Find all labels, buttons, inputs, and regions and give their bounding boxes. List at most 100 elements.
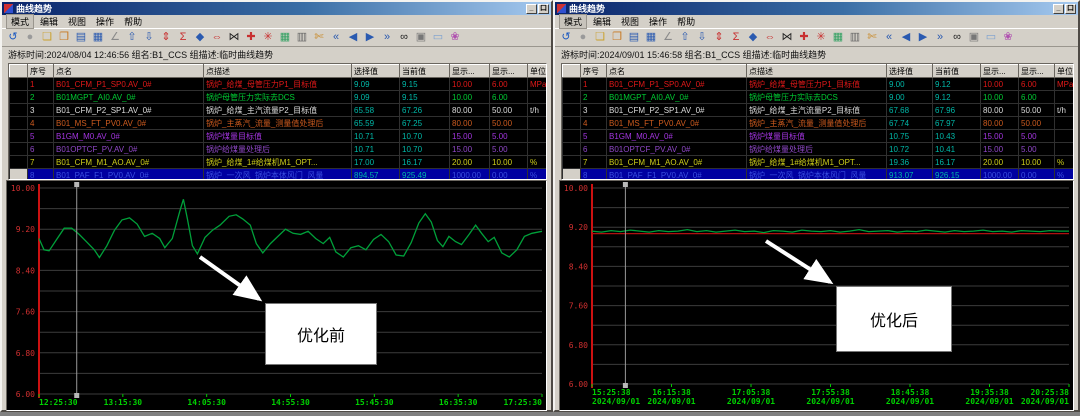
time-cursor[interactable] <box>74 182 79 398</box>
table-row[interactable]: 7B01_CFM_M1_AO.AV_0#锅炉_给煤_1#给煤机M1_OPT...… <box>563 156 1075 169</box>
sigma-icon[interactable]: Σ <box>729 30 743 45</box>
plus-icon[interactable]: ✚ <box>244 30 258 45</box>
selected-value: 10.71 <box>352 130 400 143</box>
save-icon[interactable]: ▤ <box>74 30 88 45</box>
binoculars-icon[interactable]: ∞ <box>950 30 964 45</box>
column-header: 点名 <box>54 65 204 78</box>
menu-mode[interactable]: 模式 <box>559 14 587 29</box>
record-icon[interactable]: ● <box>23 30 37 45</box>
table-row[interactable]: 6B01OPTCF_PV.AV_0#锅炉给煤量处理后10.7110.7015.0… <box>10 143 548 156</box>
sigma-icon[interactable]: Σ <box>176 30 190 45</box>
join-icon[interactable]: ⋈ <box>227 30 241 45</box>
table-row[interactable]: 8B01_PAF_F1_PV0.AV_0#锅炉_一次风_锅炉本体风门_风量894… <box>10 169 548 181</box>
minimize-button[interactable]: _ <box>526 4 537 14</box>
burst-icon[interactable]: ✳ <box>261 30 275 45</box>
maximize-button[interactable]: 口 <box>538 4 549 14</box>
record-icon[interactable]: ● <box>576 30 590 45</box>
menu-help[interactable]: 帮助 <box>673 15 699 28</box>
about-icon[interactable]: ❀ <box>448 30 462 45</box>
tools-icon[interactable]: ✄ <box>312 30 326 45</box>
save-as-icon[interactable]: ▣ <box>414 30 428 45</box>
x-axis-time-label: 20:25:38 <box>1030 388 1069 397</box>
measure-icon[interactable]: ∠ <box>661 30 675 45</box>
grid-view-icon[interactable]: ▦ <box>644 30 658 45</box>
menu-help[interactable]: 帮助 <box>120 15 146 28</box>
back-icon[interactable]: ◀ <box>346 30 360 45</box>
column-header: 序号 <box>581 65 607 78</box>
open-folder-icon[interactable]: ❏ <box>593 30 607 45</box>
table-row[interactable]: 8B01_PAF_F1_PV0.AV_0#锅炉_一次风_锅炉本体风门_风量913… <box>563 169 1075 181</box>
scale-down-icon[interactable]: ⇩ <box>142 30 156 45</box>
pointer-icon[interactable]: ◆ <box>746 30 760 45</box>
menu-view[interactable]: 视图 <box>64 15 90 28</box>
grid-view-icon[interactable]: ▦ <box>91 30 105 45</box>
tools-icon[interactable]: ✄ <box>865 30 879 45</box>
menu-edit[interactable]: 编辑 <box>589 15 615 28</box>
open-folder-icon[interactable]: ❏ <box>40 30 54 45</box>
table-row[interactable]: 5B1GM_M0.AV_0#锅炉煤量目标值10.7110.7015.005.00 <box>10 130 548 143</box>
menu-operate[interactable]: 操作 <box>645 15 671 28</box>
chart-icon[interactable]: ▦ <box>831 30 845 45</box>
fast-forward-icon[interactable]: » <box>380 30 394 45</box>
join-icon[interactable]: ⋈ <box>780 30 794 45</box>
save-as-icon[interactable]: ▣ <box>967 30 981 45</box>
table-row[interactable]: √2B01MGPT_AI0.AV_0#锅炉母管压力实际去DCS9.009.121… <box>563 91 1075 104</box>
about-icon[interactable]: ❀ <box>1001 30 1015 45</box>
stretch-horizontal-icon[interactable]: ⇔ <box>210 30 224 45</box>
print-icon[interactable]: ▥ <box>295 30 309 45</box>
table-row[interactable]: 3B01_CFM_P2_SP1.AV_0#锅炉_给煤_主汽流量P2_目标值65.… <box>10 104 548 117</box>
table-row[interactable]: 7B01_CFM_M1_AO.AV_0#锅炉_给煤_1#给煤机M1_OPT...… <box>10 156 548 169</box>
plus-icon[interactable]: ✚ <box>797 30 811 45</box>
scale-down-icon[interactable]: ⇩ <box>695 30 709 45</box>
stretch-vertical-icon[interactable]: ⇕ <box>159 30 173 45</box>
forward-icon[interactable]: ▶ <box>363 30 377 45</box>
print-icon[interactable]: ▥ <box>848 30 862 45</box>
binoculars-icon[interactable]: ∞ <box>397 30 411 45</box>
refresh-icon[interactable]: ↺ <box>559 30 573 45</box>
table-row[interactable]: √1B01_CFM_P1_SP0.AV_0#锅炉_给煤_母管压力P1_目标值9.… <box>563 78 1075 91</box>
export-icon[interactable]: ▭ <box>431 30 445 45</box>
back-icon[interactable]: ◀ <box>899 30 913 45</box>
save-icon[interactable]: ▤ <box>627 30 641 45</box>
refresh-icon[interactable]: ↺ <box>6 30 20 45</box>
table-row[interactable]: √2B01MGPT_AI0.AV_0#锅炉母管压力实际去DCS9.099.151… <box>10 91 548 104</box>
scale-up-icon[interactable]: ⇧ <box>125 30 139 45</box>
chart-icon[interactable]: ▦ <box>278 30 292 45</box>
table-row[interactable]: 4B01_MS_FT_PV0.AV_0#锅炉_主蒸汽_流量_测量值处理后65.5… <box>10 117 548 130</box>
new-page-icon[interactable]: ❐ <box>57 30 71 45</box>
table-row[interactable]: √1B01_CFM_P1_SP0.AV_0#锅炉_给煤_母管压力P1_目标值9.… <box>10 78 548 91</box>
scale-up-icon[interactable]: ⇧ <box>678 30 692 45</box>
menu-mode[interactable]: 模式 <box>6 14 34 29</box>
display-high: 1000.00 <box>981 169 1019 181</box>
menu-edit[interactable]: 编辑 <box>36 15 62 28</box>
table-row[interactable]: 5B1GM_M0.AV_0#锅炉煤量目标值10.7510.4315.005.00 <box>563 130 1075 143</box>
pointer-icon[interactable]: ◆ <box>193 30 207 45</box>
forward-icon[interactable]: ▶ <box>916 30 930 45</box>
display-high: 10.00 <box>450 78 490 91</box>
table-row[interactable]: 4B01_MS_FT_PV0.AV_0#锅炉_主蒸汽_流量_测量值处理后67.7… <box>563 117 1075 130</box>
export-icon[interactable]: ▭ <box>984 30 998 45</box>
time-cursor[interactable] <box>623 182 628 388</box>
point-name: B01MGPT_AI0.AV_0# <box>54 91 204 104</box>
minimize-button[interactable]: _ <box>1053 4 1064 14</box>
fast-back-icon[interactable]: « <box>882 30 896 45</box>
burst-icon[interactable]: ✳ <box>814 30 828 45</box>
menu-view[interactable]: 视图 <box>617 15 643 28</box>
x-axis-date-label: 2024/09/01 <box>806 397 854 406</box>
selected-value: 894.57 <box>352 169 400 181</box>
maximize-button[interactable]: 口 <box>1065 4 1076 14</box>
current-value: 925.49 <box>400 169 450 181</box>
table-row[interactable]: 6B01OPTCF_PV.AV_0#锅炉给煤量处理后10.7210.4115.0… <box>563 143 1075 156</box>
point-name: B01OPTCF_PV.AV_0# <box>607 143 747 156</box>
fast-back-icon[interactable]: « <box>329 30 343 45</box>
table-row[interactable]: 3B01_CFM_P2_SP1.AV_0#锅炉_给煤_主汽流量P2_目标值67.… <box>563 104 1075 117</box>
stretch-vertical-icon[interactable]: ⇕ <box>712 30 726 45</box>
measure-icon[interactable]: ∠ <box>108 30 122 45</box>
menu-operate[interactable]: 操作 <box>92 15 118 28</box>
title-bar[interactable]: 曲线趋势 _ 口 <box>2 2 551 15</box>
stretch-horizontal-icon[interactable]: ⇔ <box>763 30 777 45</box>
display-high: 20.00 <box>981 156 1019 169</box>
new-page-icon[interactable]: ❐ <box>610 30 624 45</box>
title-bar[interactable]: 曲线趋势 _ 口 <box>555 2 1078 15</box>
fast-forward-icon[interactable]: » <box>933 30 947 45</box>
